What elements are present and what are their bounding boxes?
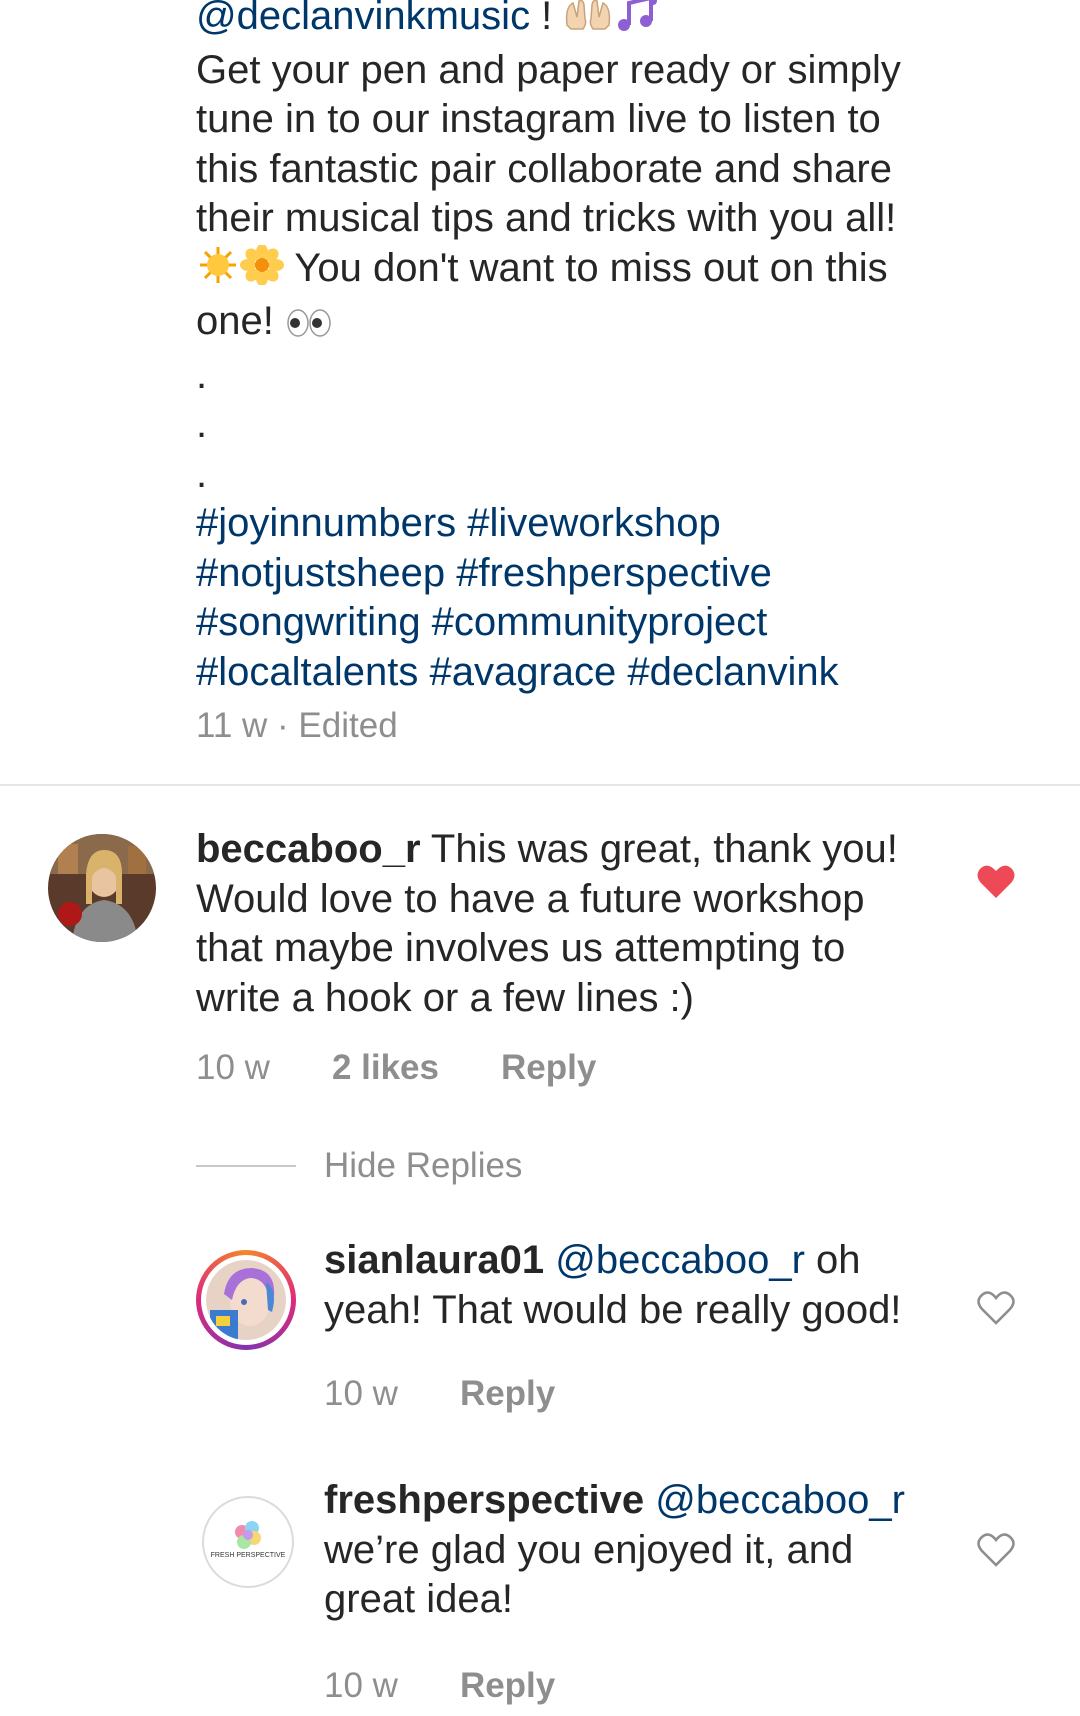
hashtags-line-4[interactable]: #localtalents #avagrace #declanvink <box>196 648 1056 698</box>
reply-time: 10 w <box>324 1374 398 1413</box>
comment-actions: 10 w 2 likes Reply <box>196 1048 596 1088</box>
post-caption: @declanvinkmusic ! Get your pen and pape… <box>196 0 1056 697</box>
caption-line-3: this fantastic pair collaborate and shar… <box>196 146 892 191</box>
caption-line-6: one! <box>196 297 1056 351</box>
reply-actions: 10 w Reply <box>324 1374 555 1414</box>
sun-emoji-icon <box>196 245 240 298</box>
reply-mention[interactable]: @beccaboo_r <box>644 1478 905 1522</box>
reply-line-2: we’re glad you enjoyed it, and <box>324 1527 854 1572</box>
music-notes-emoji-icon <box>615 0 659 46</box>
caption-dot-1: . <box>196 352 208 397</box>
avatar-freshperspective[interactable]: FRESH PERSPECTIVE <box>202 1496 294 1588</box>
hashtags-line-1[interactable]: #joyinnumbers #liveworkshop <box>196 499 1056 549</box>
hashtags-line-3[interactable]: #songwriting #communityproject <box>196 598 1056 648</box>
caption-line-2: tune in to our instagram live to listen … <box>196 97 881 141</box>
caption-dot-2: . <box>196 402 208 446</box>
reply-text-1: oh <box>804 1238 861 1282</box>
hide-replies-button[interactable]: Hide Replies <box>324 1146 522 1186</box>
reply-mention[interactable]: @beccaboo_r <box>544 1238 805 1282</box>
reply-freshperspective: freshperspective @beccaboo_r we’re glad … <box>324 1476 964 1625</box>
heart-outline-icon[interactable] <box>976 1290 1016 1331</box>
reply-sianlaura01: sianlaura01 @beccaboo_r oh yeah! That wo… <box>324 1236 964 1335</box>
caption-meta: 11 w · Edited <box>196 706 398 745</box>
logo-text: FRESH PERSPECTIVE <box>210 1552 286 1559</box>
caption-dot-3: . <box>196 451 208 496</box>
comment-line-1: beccaboo_r This was great, thank you! <box>196 825 956 875</box>
comment-time: 10 w <box>196 1048 270 1087</box>
hashtags-line-2[interactable]: #notjustsheep #freshperspective <box>196 549 1056 599</box>
caption-line-5: You don't want to miss out on this <box>196 243 1056 298</box>
reply-button[interactable]: Reply <box>460 1666 555 1706</box>
comment-text-1: This was great, thank you! <box>420 827 898 871</box>
caption-line-4: their musical tips and tricks with you a… <box>196 196 897 240</box>
comment-beccaboo-r: beccaboo_r This was great, thank you! Wo… <box>196 825 956 1023</box>
avatar-beccaboo-r[interactable] <box>48 834 156 942</box>
avatar-photo <box>206 1260 286 1340</box>
comment-username[interactable]: beccaboo_r <box>196 827 421 871</box>
reply-actions: 10 w Reply <box>324 1666 555 1706</box>
reply-line-1: sianlaura01 @beccaboo_r oh <box>324 1236 964 1286</box>
raising-hands-emoji-icon <box>563 0 615 46</box>
likes-count-button[interactable]: 2 likes <box>332 1048 439 1088</box>
reply-line-2: yeah! That would be really good! <box>324 1287 902 1332</box>
heart-outline-icon[interactable] <box>976 1532 1016 1573</box>
caption-text: ! <box>530 0 564 38</box>
caption-line-0: @declanvinkmusic ! <box>196 0 1056 46</box>
reply-button[interactable]: Reply <box>460 1374 555 1414</box>
reply-line-3: great idea! <box>324 1577 514 1621</box>
eyes-emoji-icon <box>285 301 333 351</box>
reply-username[interactable]: freshperspective <box>324 1478 644 1522</box>
mention-link[interactable]: @declanvinkmusic <box>196 0 530 38</box>
caption-line-6-text: one! <box>196 299 285 343</box>
avatar-sianlaura01[interactable] <box>196 1250 296 1350</box>
divider <box>0 784 1080 786</box>
reply-username[interactable]: sianlaura01 <box>324 1238 544 1282</box>
caption-line-5-text: You don't want to miss out on this <box>284 245 888 290</box>
reply-time: 10 w <box>324 1666 398 1705</box>
caption-line-1: Get your pen and paper ready or simply <box>196 47 901 92</box>
replies-divider-line <box>196 1165 296 1167</box>
comment-line-2: Would love to have a future workshop <box>196 876 865 921</box>
reply-line-1: freshperspective @beccaboo_r <box>324 1476 964 1526</box>
blossom-emoji-icon <box>240 243 284 298</box>
heart-icon[interactable] <box>976 864 1016 905</box>
reply-button[interactable]: Reply <box>501 1048 596 1088</box>
comment-line-4: write a hook or a few lines :) <box>196 975 694 1020</box>
comment-line-3: that maybe involves us attempting to <box>196 926 846 970</box>
